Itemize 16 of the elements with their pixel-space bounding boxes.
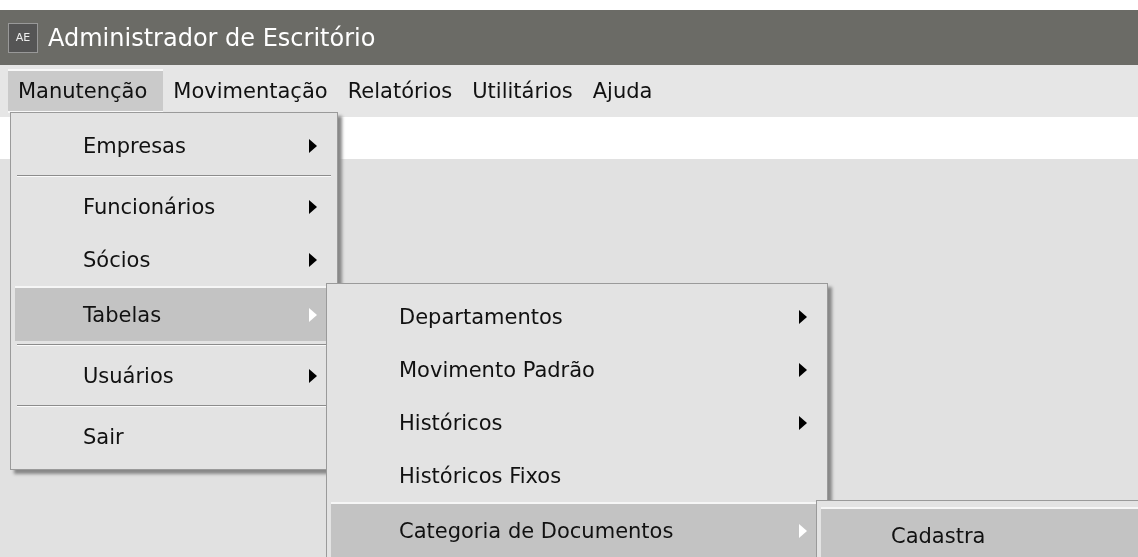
app-icon: AE — [8, 22, 38, 53]
menu-bar-item[interactable]: Relatórios — [337, 69, 463, 113]
window-title: Administrador de Escritório — [48, 23, 376, 52]
menu-bar-item[interactable]: Ajuda — [582, 69, 663, 113]
menu-item[interactable]: Históricos — [331, 396, 823, 449]
menu-item[interactable]: Cadastra — [821, 507, 1138, 557]
menu-bar-item[interactable]: Movimentação — [163, 69, 338, 113]
menu-item[interactable]: Departamentos — [331, 290, 823, 343]
menu-item[interactable]: Empresas — [15, 119, 333, 172]
menu-item[interactable]: Históricos Fixos — [331, 449, 823, 502]
menu-item[interactable]: Usuários — [15, 349, 333, 402]
menu-item[interactable]: Funcionários — [15, 180, 333, 233]
menu-bar-item[interactable]: Utilitários — [462, 69, 583, 113]
menu-item[interactable]: Movimento Padrão — [331, 343, 823, 396]
menu-bar-item[interactable]: Manutenção — [8, 69, 164, 113]
menu-item[interactable]: Sócios — [15, 233, 333, 286]
